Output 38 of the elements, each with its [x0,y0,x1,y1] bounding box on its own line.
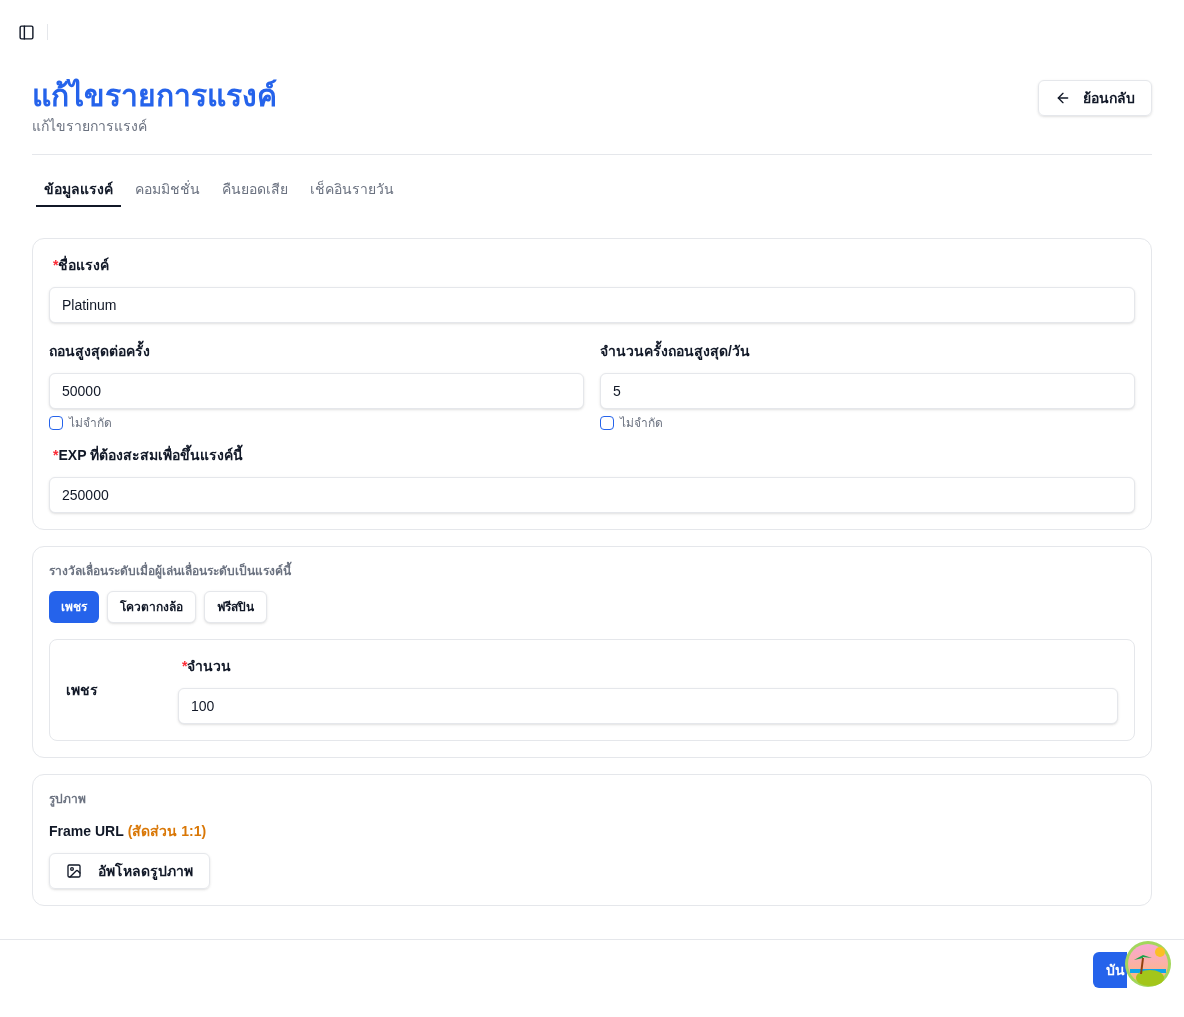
required-mark: * [53,446,59,465]
input-field[interactable]: 5 [600,373,1135,409]
input-field[interactable]: Platinum [49,287,1135,323]
field-label: Frame URL [49,822,124,841]
tab[interactable]: คืนยอดเสีย [214,173,296,207]
reward-type-button[interactable]: เพชร [49,591,99,623]
tab[interactable]: เช็คอินรายวัน [302,173,402,207]
required-mark: * [182,657,188,676]
image-icon [66,863,82,879]
checkbox[interactable] [49,416,63,430]
save-button[interactable]: บัน [1093,952,1127,988]
section-title: รางวัลเลื่อนระดับเมื่อผู้เล่นเลื่อนระดับเป็นแรงค์นี้ [49,563,1135,579]
page-title: แก้ไขรายการแรงค์ [32,78,277,114]
field-label: ถอนสูงสุดต่อครั้ง [49,341,584,361]
reward-type-button[interactable]: โควตากงล้อ [107,591,196,623]
field-label: EXP ที่ต้องสะสมเพื่อขึ้นแรงค์นี้ [58,445,244,465]
checkbox-label: ไม่จำกัด [620,415,663,431]
page-subtitle: แก้ไขรายการแรงค์ [32,117,148,136]
field-label: ชื่อแรงค์ [58,255,110,275]
upload-image-button[interactable]: อัพโหลดรูปภาพ [49,853,210,889]
checkbox[interactable] [600,416,614,430]
tab[interactable]: ข้อมูลแรงค์ [36,173,121,207]
reward-type-button[interactable]: ฟรีสปิน [204,591,267,623]
input-field[interactable]: 100 [178,688,1118,724]
checkbox-label: ไม่จำกัด [69,415,112,431]
reward-name: เพชร [66,681,99,700]
input-field[interactable]: 50000 [49,373,584,409]
back-button[interactable]: ย้อนกลับ [1038,80,1152,116]
section-title: รูปภาพ [49,791,87,807]
field-label: จำนวนครั้งถอนสูงสุด/วัน [600,341,1135,361]
aspect-ratio-hint: (สัดส่วน 1:1) [127,822,207,841]
tab[interactable]: คอมมิชชั่น [127,173,208,207]
arrow-left-icon [1055,90,1071,106]
input-field[interactable]: 250000 [49,477,1135,513]
sidebar-toggle-icon[interactable] [18,23,35,41]
floating-island-icon[interactable] [1124,940,1172,988]
field-label: จำนวน [187,657,232,676]
required-mark: * [53,257,59,275]
